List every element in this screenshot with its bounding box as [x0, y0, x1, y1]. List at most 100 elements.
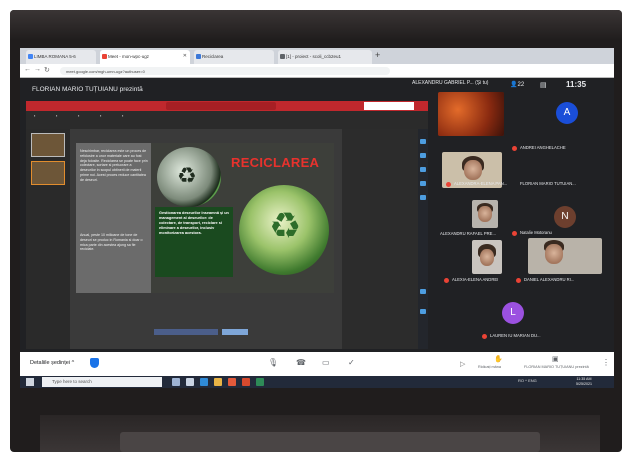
slide-right-panel: ♻ ♻ RECICLAREA Gestionarea deseurilor în… — [151, 143, 334, 293]
mic-off-icon — [516, 278, 521, 283]
self-name: ALEXANDRU GABRIEL P... (Și tu) — [412, 80, 489, 86]
meeting-details-label: Detaliile ședinței — [30, 360, 71, 366]
more-options-icon[interactable]: ⋮ — [602, 358, 610, 367]
browser-tab-2[interactable]: Meet - mon-wpc-ugz ✕ — [100, 50, 190, 64]
current-slide: Neschimbar, reciclarea este un proces de… — [76, 143, 334, 293]
system-tray[interactable]: RO ^ ENG — [518, 378, 537, 383]
video-feed — [478, 206, 492, 222]
participant-tile-5[interactable] — [472, 240, 502, 274]
participant-name: ALEXANDRA-ELENA PAN... — [454, 181, 508, 186]
meet-window: FLORIAN MARIO TUȚUIANU prezintă ALEXANDR… — [20, 78, 614, 352]
slide-text-top: Neschimbar, reciclarea este un proces de… — [80, 149, 148, 182]
captions-icon[interactable]: ✓ — [348, 358, 355, 367]
shield-icon[interactable] — [90, 358, 99, 368]
slide-green-text: Gestionarea deseurilor înseamnă și un ma… — [159, 211, 229, 235]
new-tab-icon[interactable]: + — [375, 50, 380, 60]
strip-icon[interactable] — [420, 195, 426, 200]
ppt-search-box[interactable] — [166, 102, 276, 110]
taskbar-clock[interactable]: 11:35 AM 5/25/2021 — [576, 377, 592, 387]
chat-icon[interactable]: ▤ — [540, 81, 547, 89]
presentation-icon[interactable]: ▣ — [552, 355, 559, 363]
meet-controls-bar: Detaliile ședinței ^ 🎙 ☎ ▭ ✓ ▷ ✋ Ridicaț… — [20, 352, 614, 376]
participant-tile-7[interactable]: L — [498, 300, 528, 330]
ribbon-tab[interactable]: ▪ — [34, 113, 35, 118]
slide-title: RECICLAREA — [231, 155, 320, 170]
browser-tab-3[interactable]: Reciclarea — [194, 50, 274, 64]
participant-tile-autumn[interactable] — [438, 92, 504, 136]
address-bar: ← → ↻ meet.google.com/mgh-umn-ugz?authus… — [20, 64, 614, 78]
avatar: L — [502, 302, 524, 324]
raise-hand-label: Ridicați mâna — [478, 365, 502, 369]
presenter-label: FLORIAN MARIO TUȚUIANU prezintă — [524, 365, 589, 369]
ppt-title-bar — [26, 101, 428, 111]
participant-name: ANDREI ANGHELACHE — [520, 145, 566, 150]
ppt-status-bar — [154, 329, 218, 335]
video-feed — [464, 160, 482, 180]
browser-tab-1[interactable]: LIMBA ROMANA 5-6 — [26, 50, 96, 64]
edge-icon[interactable] — [200, 378, 208, 386]
mic-off-icon — [512, 231, 517, 236]
url-field[interactable]: meet.google.com/mgh-umn-ugz?authuser=0 — [60, 67, 390, 75]
ribbon-tab[interactable]: ▪ — [78, 113, 79, 118]
participant-tile-4[interactable]: N — [550, 204, 580, 234]
tab-close-icon[interactable]: ✕ — [183, 53, 187, 59]
strip-icon[interactable] — [420, 139, 426, 144]
task-view-icon[interactable] — [172, 378, 180, 386]
screen: LIMBA ROMANA 5-6 Meet - mon-wpc-ugz ✕ Re… — [20, 48, 614, 388]
taskbar-app-icon[interactable] — [256, 378, 264, 386]
file-explorer-icon[interactable] — [214, 378, 222, 386]
cursor-icon: ▷ — [460, 361, 466, 368]
tab-favicon-icon — [280, 54, 285, 59]
tab-label: Reciclarea — [202, 54, 224, 59]
slide-left-panel: Neschimbar, reciclarea este un proces de… — [76, 143, 151, 293]
ppt-ribbon: ▪ ▪ ▪ ▪ ▪ — [26, 111, 428, 129]
back-icon[interactable]: ← — [24, 66, 31, 73]
powerpoint-icon[interactable] — [242, 378, 250, 386]
ribbon-tab[interactable]: ▪ — [122, 113, 123, 118]
participant-tile-1[interactable]: A — [552, 98, 582, 128]
slide-thumbnail[interactable] — [31, 161, 65, 185]
raise-hand-icon[interactable]: ✋ — [494, 355, 503, 363]
tab-favicon-icon — [102, 54, 107, 59]
tab-favicon-icon — [28, 54, 33, 59]
ribbon-tab[interactable]: ▪ — [56, 113, 57, 118]
participant-name: ALEXIA-ELENA ANDREI — [452, 277, 499, 282]
windows-taskbar: Type here to search RO ^ ENG 11:35 AM 5/… — [20, 376, 614, 388]
tab-favicon-icon — [196, 54, 201, 59]
people-count[interactable]: 👤22 — [510, 81, 524, 88]
ribbon-tab[interactable]: ▪ — [100, 113, 101, 118]
slide-thumbnail[interactable] — [31, 133, 65, 157]
meet-clock: 11:35 — [566, 80, 587, 89]
strip-icon[interactable] — [420, 181, 426, 186]
participant-tile-6[interactable] — [528, 238, 602, 274]
video-feed — [480, 249, 494, 266]
presenter-title: FLORIAN MARIO TUȚUIANU prezintă — [32, 86, 143, 93]
taskbar-app-icon[interactable] — [186, 378, 194, 386]
windows-start-icon[interactable] — [26, 378, 34, 386]
mic-off-icon — [482, 334, 487, 339]
participant-tile-3[interactable] — [472, 200, 498, 228]
recycle-icon: ♻ — [269, 205, 302, 246]
camera-icon[interactable]: ▭ — [322, 358, 330, 367]
chrome-icon[interactable] — [228, 378, 236, 386]
video-feed — [438, 92, 504, 136]
taskbar-date: 5/25/2021 — [576, 382, 592, 386]
reload-icon[interactable]: ↻ — [44, 66, 50, 74]
ppt-share-button[interactable] — [364, 102, 414, 110]
participant-name: FLORIAN MARIO TUTUIAN... — [520, 181, 576, 186]
strip-icon[interactable] — [420, 309, 426, 314]
meeting-details-button[interactable]: Detaliile ședinței ^ — [30, 360, 74, 366]
monitor-top — [10, 10, 622, 40]
browser-tab-4[interactable]: [1] - proiect - scoli_ccb2eu1 — [278, 50, 372, 64]
strip-icon[interactable] — [420, 289, 426, 294]
taskbar-search[interactable]: Type here to search — [42, 377, 162, 387]
design-panel — [342, 129, 428, 349]
strip-icon[interactable] — [420, 167, 426, 172]
ppt-status-button[interactable] — [222, 329, 248, 335]
mic-icon[interactable]: 🎙 — [268, 358, 278, 367]
strip-icon[interactable] — [420, 153, 426, 158]
mic-off-icon — [444, 278, 449, 283]
hangup-icon[interactable]: ☎ — [296, 358, 306, 367]
video-feed — [545, 244, 563, 264]
forward-icon[interactable]: → — [34, 66, 41, 73]
